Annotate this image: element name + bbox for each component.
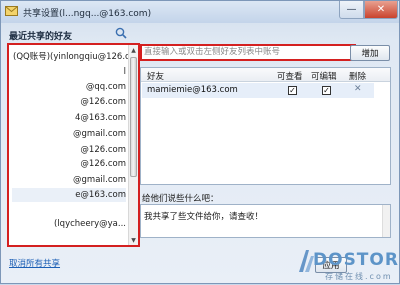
scroll-thumb[interactable] xyxy=(130,57,137,177)
message-text: 我共享了些文件给你，请查收！ xyxy=(144,212,264,222)
close-button[interactable]: ✕ xyxy=(364,1,398,19)
list-item[interactable]: @126.com xyxy=(80,143,126,157)
message-textarea[interactable]: 我共享了些文件给你，请查收！ xyxy=(140,204,391,238)
search-icon[interactable] xyxy=(115,27,127,39)
window-title: 共享设置(l...ngq...@163.com) xyxy=(23,9,152,19)
watermark: DOSTOR 存储在线.com xyxy=(295,246,400,285)
list-item[interactable]: (QQ账号)(yinlongqiu@126.c... xyxy=(13,50,128,64)
watermark-logo-text: DOSTOR xyxy=(313,250,399,270)
column-header-delete: 删除 xyxy=(349,72,367,82)
friend-email: mamiemie@163.com xyxy=(147,85,238,95)
recent-friends-panel: (QQ账号)(yinlongqiu@126.c... l @qq.com @12… xyxy=(7,43,140,247)
list-item[interactable]: (lqycheery@ya... xyxy=(54,217,126,231)
list-item[interactable]: @126.com xyxy=(80,95,126,109)
table-row[interactable]: mamiemie@163.com ✓ ✓ ✕ xyxy=(142,83,374,98)
list-item[interactable]: 4@163.com xyxy=(75,111,126,125)
list-item[interactable]: l xyxy=(124,65,126,79)
scroll-down-arrow-icon[interactable]: ▼ xyxy=(129,235,138,245)
contact-list: (QQ账号)(yinlongqiu@126.c... l @qq.com @12… xyxy=(9,45,128,245)
scroll-up-arrow-icon[interactable]: ▲ xyxy=(129,45,138,55)
account-input[interactable]: 直接输入或双击左侧好友列表中账号 xyxy=(140,44,356,61)
message-label: 给他们说些什么吧： xyxy=(142,194,219,204)
title-bar: 共享设置(l...ngq...@163.com) — ✕ xyxy=(1,1,399,23)
add-button[interactable]: 增加 xyxy=(350,45,390,61)
minimize-button[interactable]: — xyxy=(339,1,364,19)
cancel-all-shares-link[interactable]: 取消所有共享 xyxy=(9,257,60,269)
contact-list-scrollbar[interactable]: ▲ ▼ xyxy=(128,45,138,245)
list-item[interactable]: @qq.com xyxy=(86,80,126,94)
table-header: 好友 可查看 可编辑 删除 xyxy=(141,68,390,82)
list-item[interactable]: e@163.com xyxy=(12,188,126,202)
recent-shared-friends-label: 最近共享的好友 xyxy=(9,32,73,42)
list-item[interactable]: @gmail.com xyxy=(73,127,126,141)
watermark-subtext: 存储在线.com xyxy=(325,272,393,281)
column-header-can-edit: 可编辑 xyxy=(311,72,337,82)
list-item[interactable]: @126.com xyxy=(80,157,126,171)
column-header-friend: 好友 xyxy=(147,72,165,82)
envelope-icon xyxy=(5,6,18,16)
can-view-checkbox[interactable]: ✓ xyxy=(288,86,297,95)
can-edit-checkbox[interactable]: ✓ xyxy=(322,86,331,95)
message-scrollbar[interactable] xyxy=(382,205,390,237)
share-settings-window: 共享设置(l...ngq...@163.com) — ✕ 最近共享的好友 (QQ… xyxy=(0,0,400,284)
list-item[interactable]: @gmail.com xyxy=(73,173,126,187)
close-icon: ✕ xyxy=(376,4,386,15)
column-header-can-view: 可查看 xyxy=(277,72,303,82)
delete-icon[interactable]: ✕ xyxy=(354,84,362,94)
minimize-icon: — xyxy=(346,4,357,15)
shared-friends-table: 好友 可查看 可编辑 删除 mamiemie@163.com ✓ ✓ ✕ xyxy=(140,67,391,185)
